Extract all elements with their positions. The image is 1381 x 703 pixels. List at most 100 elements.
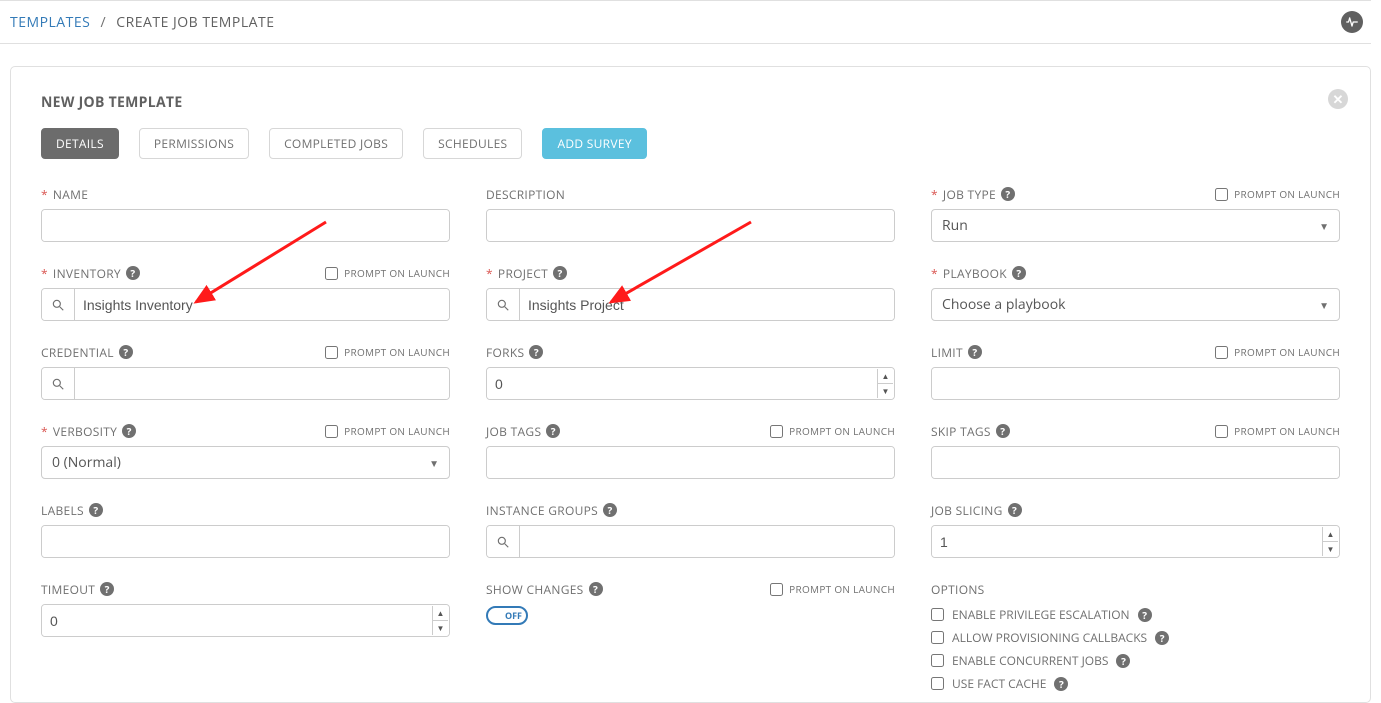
inventory-search-button[interactable]	[42, 289, 75, 320]
help-icon[interactable]: ?	[996, 424, 1010, 438]
option-priv-escalation[interactable]: ENABLE PRIVILEGE ESCALATION?	[931, 606, 1340, 623]
labels-input[interactable]	[42, 526, 449, 557]
toggle-off-label: OFF	[505, 609, 522, 622]
tab-schedules[interactable]: SCHEDULES	[423, 128, 522, 159]
instance-groups-input[interactable]	[520, 526, 894, 557]
spinner-down-icon[interactable]: ▼	[1323, 542, 1338, 556]
prompt-limit[interactable]: PROMPT ON LAUNCH	[1215, 345, 1340, 359]
timeout-input[interactable]	[42, 605, 449, 636]
help-icon[interactable]: ?	[1012, 266, 1026, 280]
prompt-skip-tags[interactable]: PROMPT ON LAUNCH	[1215, 424, 1340, 438]
prompt-job-type[interactable]: PROMPT ON LAUNCH	[1215, 187, 1340, 201]
required-marker: *	[931, 265, 938, 282]
instance-groups-search-button[interactable]	[487, 526, 520, 557]
label-inventory: INVENTORY	[53, 265, 121, 282]
spinner-up-icon[interactable]: ▲	[433, 606, 448, 621]
project-input[interactable]	[520, 289, 894, 320]
prompt-limit-checkbox[interactable]	[1215, 346, 1228, 359]
label-labels: LABELS	[41, 502, 84, 519]
prompt-skip-tags-checkbox[interactable]	[1215, 425, 1228, 438]
job-slicing-input[interactable]	[932, 526, 1339, 557]
help-icon[interactable]: ?	[603, 503, 617, 517]
playbook-select[interactable]: Choose a playbook ▼	[931, 288, 1340, 321]
prompt-job-type-checkbox[interactable]	[1215, 188, 1228, 201]
field-job-type: *JOB TYPE? PROMPT ON LAUNCH Run ▼	[931, 185, 1340, 242]
playbook-value: Choose a playbook	[942, 295, 1066, 314]
timeout-input-wrapper: ▲ ▼	[41, 604, 450, 637]
help-icon[interactable]: ?	[119, 345, 133, 359]
spinner-up-icon[interactable]: ▲	[1323, 527, 1338, 542]
help-icon[interactable]: ?	[1008, 503, 1022, 517]
help-icon[interactable]: ?	[1155, 631, 1169, 645]
spinner-down-icon[interactable]: ▼	[433, 621, 448, 635]
job-slicing-spinner: ▲ ▼	[1322, 527, 1338, 556]
name-input[interactable]	[42, 210, 449, 241]
inventory-input[interactable]	[75, 289, 449, 320]
job-tags-input[interactable]	[487, 447, 894, 478]
prompt-verbosity-checkbox[interactable]	[325, 425, 338, 438]
prompt-job-tags[interactable]: PROMPT ON LAUNCH	[770, 424, 895, 438]
chevron-down-icon: ▼	[1319, 219, 1329, 233]
prompt-show-changes[interactable]: PROMPT ON LAUNCH	[770, 582, 895, 596]
activity-stream-icon[interactable]	[1341, 11, 1363, 33]
required-marker: *	[486, 265, 493, 282]
option-fact-cache-checkbox[interactable]	[931, 677, 944, 690]
option-prov-callbacks[interactable]: ALLOW PROVISIONING CALLBACKS?	[931, 629, 1340, 646]
help-icon[interactable]: ?	[126, 266, 140, 280]
tab-details[interactable]: DETAILS	[41, 128, 119, 159]
spinner-up-icon[interactable]: ▲	[878, 369, 893, 384]
prompt-credential-checkbox[interactable]	[325, 346, 338, 359]
credential-input[interactable]	[75, 368, 449, 399]
help-icon[interactable]: ?	[553, 266, 567, 280]
breadcrumb-templates-link[interactable]: TEMPLATES	[10, 13, 90, 32]
field-job-tags: JOB TAGS? PROMPT ON LAUNCH	[486, 422, 895, 479]
help-icon[interactable]: ?	[1054, 677, 1068, 691]
required-marker: *	[41, 186, 48, 203]
label-limit: LIMIT	[931, 344, 963, 361]
prompt-show-changes-checkbox[interactable]	[770, 583, 783, 596]
job-slicing-input-wrapper: ▲ ▼	[931, 525, 1340, 558]
label-instance-groups: INSTANCE GROUPS	[486, 502, 598, 519]
job-template-panel: ✕ NEW JOB TEMPLATE DETAILS PERMISSIONS C…	[10, 66, 1371, 703]
help-icon[interactable]: ?	[529, 345, 543, 359]
prompt-inventory[interactable]: PROMPT ON LAUNCH	[325, 266, 450, 280]
prompt-job-tags-checkbox[interactable]	[770, 425, 783, 438]
timeout-spinner: ▲ ▼	[432, 606, 448, 635]
label-forks: FORKS	[486, 344, 524, 361]
prompt-credential[interactable]: PROMPT ON LAUNCH	[325, 345, 450, 359]
show-changes-toggle[interactable]: OFF	[486, 606, 528, 625]
field-labels: LABELS?	[41, 501, 450, 558]
option-prov-callbacks-checkbox[interactable]	[931, 631, 944, 644]
tab-add-survey[interactable]: ADD SURVEY	[542, 128, 646, 159]
option-concurrent[interactable]: ENABLE CONCURRENT JOBS?	[931, 652, 1340, 669]
help-icon[interactable]: ?	[1001, 187, 1015, 201]
inventory-lookup	[41, 288, 450, 321]
help-icon[interactable]: ?	[122, 424, 136, 438]
credential-search-button[interactable]	[42, 368, 75, 399]
project-search-button[interactable]	[487, 289, 520, 320]
help-icon[interactable]: ?	[968, 345, 982, 359]
option-concurrent-checkbox[interactable]	[931, 654, 944, 667]
close-icon[interactable]: ✕	[1328, 89, 1348, 109]
tab-permissions[interactable]: PERMISSIONS	[139, 128, 249, 159]
job-type-select[interactable]: Run ▼	[931, 209, 1340, 242]
label-credential: CREDENTIAL	[41, 344, 114, 361]
skip-tags-input[interactable]	[932, 447, 1339, 478]
help-icon[interactable]: ?	[89, 503, 103, 517]
help-icon[interactable]: ?	[546, 424, 560, 438]
option-priv-escalation-checkbox[interactable]	[931, 608, 944, 621]
help-icon[interactable]: ?	[100, 582, 114, 596]
prompt-inventory-checkbox[interactable]	[325, 267, 338, 280]
help-icon[interactable]: ?	[1116, 654, 1130, 668]
help-icon[interactable]: ?	[1138, 608, 1152, 622]
forks-input[interactable]	[487, 368, 894, 399]
verbosity-select[interactable]: 0 (Normal) ▼	[41, 446, 450, 479]
option-fact-cache[interactable]: USE FACT CACHE?	[931, 675, 1340, 692]
tab-completed-jobs[interactable]: COMPLETED JOBS	[269, 128, 403, 159]
limit-input[interactable]	[932, 368, 1339, 399]
description-input[interactable]	[487, 210, 894, 241]
prompt-verbosity[interactable]: PROMPT ON LAUNCH	[325, 424, 450, 438]
label-project: PROJECT	[498, 265, 548, 282]
help-icon[interactable]: ?	[589, 582, 603, 596]
spinner-down-icon[interactable]: ▼	[878, 384, 893, 398]
